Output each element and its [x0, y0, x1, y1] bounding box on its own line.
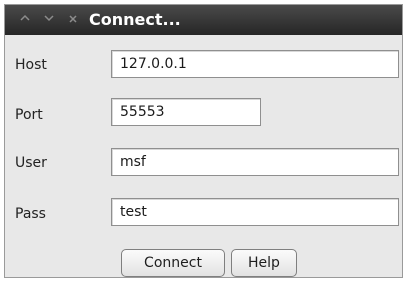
user-label: User: [15, 155, 47, 171]
help-button[interactable]: Help: [231, 249, 297, 277]
connect-button[interactable]: Connect: [121, 249, 225, 277]
port-field[interactable]: [111, 98, 261, 126]
close-icon[interactable]: [63, 9, 83, 29]
chevron-up-icon[interactable]: [15, 9, 35, 29]
chevron-down-icon[interactable]: [39, 9, 59, 29]
host-label: Host: [15, 57, 47, 73]
pass-field[interactable]: [111, 198, 399, 226]
user-field[interactable]: [111, 148, 399, 176]
connect-dialog: Connect... Host Port User Pass Connect H…: [4, 4, 403, 278]
window-title: Connect...: [89, 10, 181, 29]
pass-label: Pass: [15, 206, 46, 222]
port-label: Port: [15, 107, 43, 123]
host-field[interactable]: [111, 50, 399, 78]
title-bar: Connect...: [5, 5, 402, 35]
